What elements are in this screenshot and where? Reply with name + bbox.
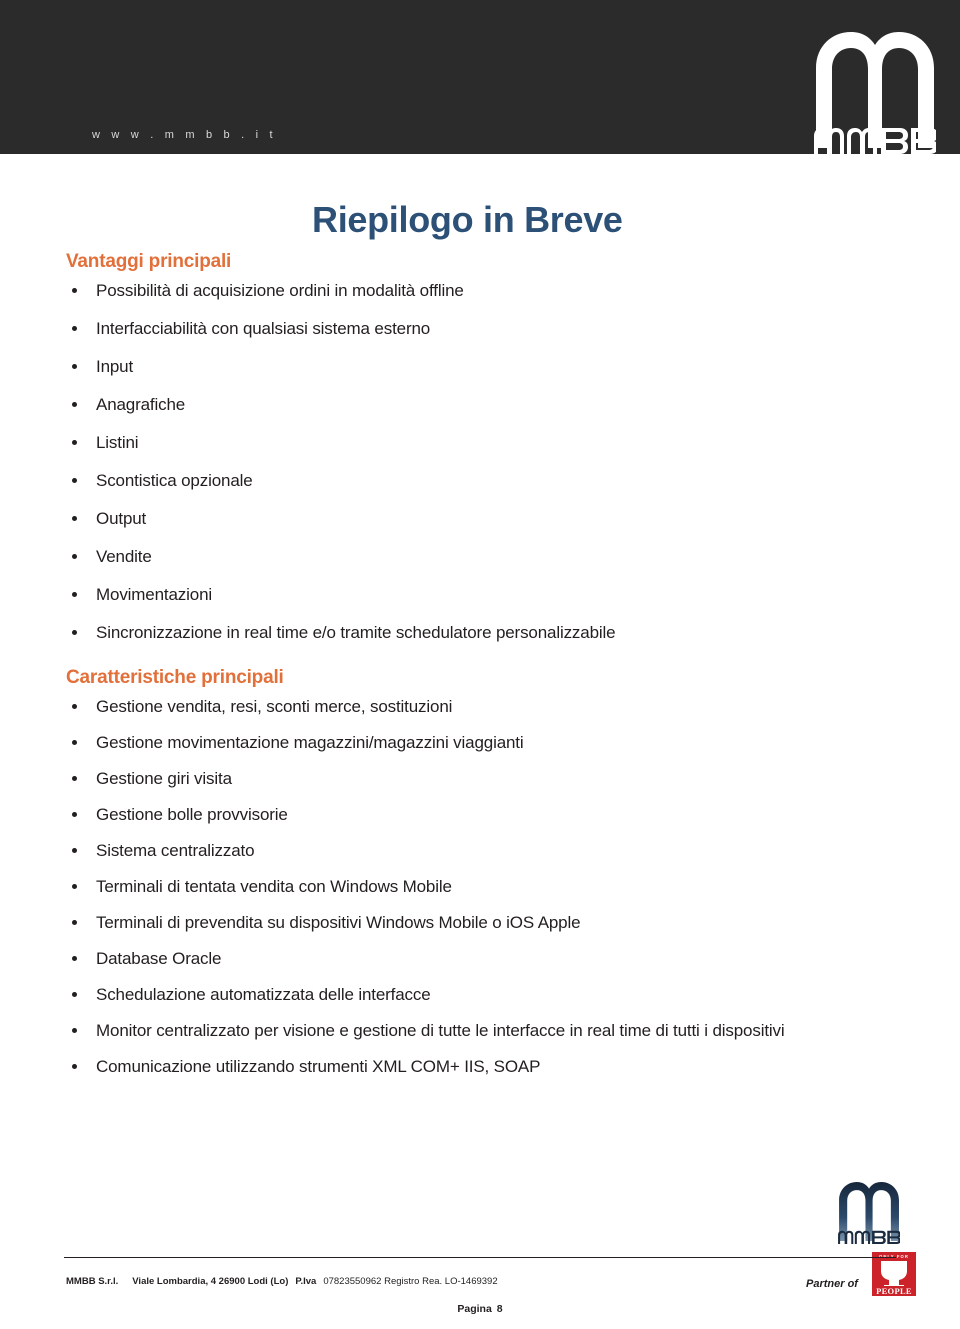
- bullet-dot-icon: [72, 776, 77, 781]
- badge-top-text: ONLY FOR: [879, 1254, 909, 1259]
- list-item-label: Database Oracle: [96, 949, 222, 968]
- list-item-label: Schedulazione automatizzata delle interf…: [96, 985, 431, 1004]
- bullet-dot-icon: [72, 1064, 77, 1069]
- bullet-dot-icon: [72, 478, 77, 483]
- list-item: Output: [66, 508, 932, 530]
- list-item-label: Listini: [96, 433, 139, 452]
- list-item: Sincronizzazione in real time e/o tramit…: [66, 622, 932, 644]
- list-item: Listini: [66, 432, 932, 454]
- bullet-dot-icon: [72, 1028, 77, 1033]
- bullet-dot-icon: [72, 592, 77, 597]
- list-item: Interfacciabilità con qualsiasi sistema …: [66, 318, 932, 340]
- section-heading-vantaggi: Vantaggi principali: [66, 251, 232, 272]
- list-item: Anagrafiche: [66, 394, 932, 416]
- mmbb-logo-mark: [806, 24, 938, 154]
- list-item: Sistema centralizzato: [66, 840, 932, 862]
- list-item: Gestione movimentazione magazzini/magazz…: [66, 732, 932, 754]
- list-item-label: Anagrafiche: [96, 395, 186, 414]
- footer-address: Viale Lombardia, 4 26900 Lodi (Lo): [132, 1276, 289, 1287]
- list-item: Possibilità di acquisizione ordini in mo…: [66, 280, 932, 302]
- badge-bottom-text: PEOPLE: [872, 1286, 916, 1296]
- list-item-label: Gestione giri visita: [96, 769, 232, 788]
- footer-divider: [64, 1257, 896, 1258]
- bullet-dot-icon: [72, 440, 77, 445]
- bullet-dot-icon: [72, 402, 77, 407]
- footer-company-name: MMBB S.r.l.: [66, 1276, 119, 1287]
- footer-vat-number: 07823550962 Registro Rea. LO-1469392: [323, 1276, 498, 1287]
- bullet-dot-icon: [72, 812, 77, 817]
- list-item: Gestione bolle provvisorie: [66, 804, 932, 826]
- mmbb-footer-logo-mark: [834, 1178, 902, 1244]
- header-logo: [806, 24, 938, 200]
- bullet-dot-icon: [72, 554, 77, 559]
- footer-vat-label: P.Iva: [295, 1276, 317, 1287]
- list-item-label: Movimentazioni: [96, 585, 213, 604]
- vantaggi-list: Possibilità di acquisizione ordini in mo…: [66, 280, 932, 644]
- caratteristiche-list: Gestione vendita, resi, sconti merce, so…: [66, 696, 932, 1078]
- list-item: Scontistica opzionale: [66, 470, 932, 492]
- list-item-label: Gestione vendita, resi, sconti merce, so…: [96, 697, 453, 716]
- page-number-label: Pagina: [457, 1303, 492, 1315]
- bullet-dot-icon: [72, 364, 77, 369]
- list-item: Movimentazioni: [66, 584, 932, 606]
- list-item: Comunicazione utilizzando strumenti XML …: [66, 1056, 932, 1078]
- list-item: Terminali di tentata vendita con Windows…: [66, 876, 932, 898]
- list-item-label: Scontistica opzionale: [96, 471, 253, 490]
- list-item: Gestione vendita, resi, sconti merce, so…: [66, 696, 932, 718]
- mmbb-logo-reflection: [806, 154, 936, 200]
- list-item: Database Oracle: [66, 948, 932, 970]
- y-glyph-icon: [872, 1260, 916, 1286]
- list-item: Monitor centralizzato per visione e gest…: [66, 1020, 932, 1042]
- bullet-dot-icon: [72, 920, 77, 925]
- bullet-dot-icon: [72, 326, 77, 331]
- list-item: Gestione giri visita: [66, 768, 932, 790]
- bullet-dot-icon: [72, 884, 77, 889]
- list-item-label: Monitor centralizzato per visione e gest…: [96, 1021, 785, 1040]
- list-item-label: Input: [96, 357, 134, 376]
- header-website-url: w w w . m m b b . i t: [92, 129, 277, 141]
- list-item-label: Output: [96, 509, 147, 528]
- bullet-dot-icon: [72, 956, 77, 961]
- list-item-label: Gestione bolle provvisorie: [96, 805, 288, 824]
- footer-legal-text: MMBB S.r.l. Viale Lombardia, 4 26900 Lodi…: [66, 1276, 498, 1287]
- bullet-dot-icon: [72, 992, 77, 997]
- section-heading-caratteristiche: Caratteristiche principali: [66, 667, 284, 688]
- bullet-dot-icon: [72, 704, 77, 709]
- content-area: Vantaggi principali Possibilità di acqui…: [66, 250, 932, 1092]
- bullet-dot-icon: [72, 288, 77, 293]
- list-item: Terminali di prevendita su dispositivi W…: [66, 912, 932, 934]
- page-number-value: 8: [496, 1303, 503, 1315]
- partner-of-label: Partner of: [806, 1278, 858, 1290]
- list-item-label: Gestione movimentazione magazzini/magazz…: [96, 733, 524, 752]
- bullet-dot-icon: [72, 740, 77, 745]
- list-item: Input: [66, 356, 932, 378]
- list-item-label: Sincronizzazione in real time e/o tramit…: [96, 623, 616, 642]
- list-item-label: Comunicazione utilizzando strumenti XML …: [96, 1057, 541, 1076]
- bullet-dot-icon: [72, 630, 77, 635]
- page-number: Pagina 8: [0, 1303, 960, 1315]
- only-for-people-badge: ONLY FOR PEOPLE: [872, 1252, 916, 1296]
- list-item-label: Terminali di tentata vendita con Windows…: [96, 877, 452, 896]
- list-item-label: Terminali di prevendita su dispositivi W…: [96, 913, 581, 932]
- list-item-label: Interfacciabilità con qualsiasi sistema …: [96, 319, 431, 338]
- partner-block: Partner of ONLY FOR PEOPLE: [806, 1252, 934, 1298]
- list-item-label: Sistema centralizzato: [96, 841, 255, 860]
- page-title: Riepilogo in Breve: [312, 199, 623, 240]
- bullet-dot-icon: [72, 848, 77, 853]
- list-item: Vendite: [66, 546, 932, 568]
- list-item-label: Vendite: [96, 547, 152, 566]
- list-item: Schedulazione automatizzata delle interf…: [66, 984, 932, 1006]
- bullet-dot-icon: [72, 516, 77, 521]
- list-item-label: Possibilità di acquisizione ordini in mo…: [96, 281, 464, 300]
